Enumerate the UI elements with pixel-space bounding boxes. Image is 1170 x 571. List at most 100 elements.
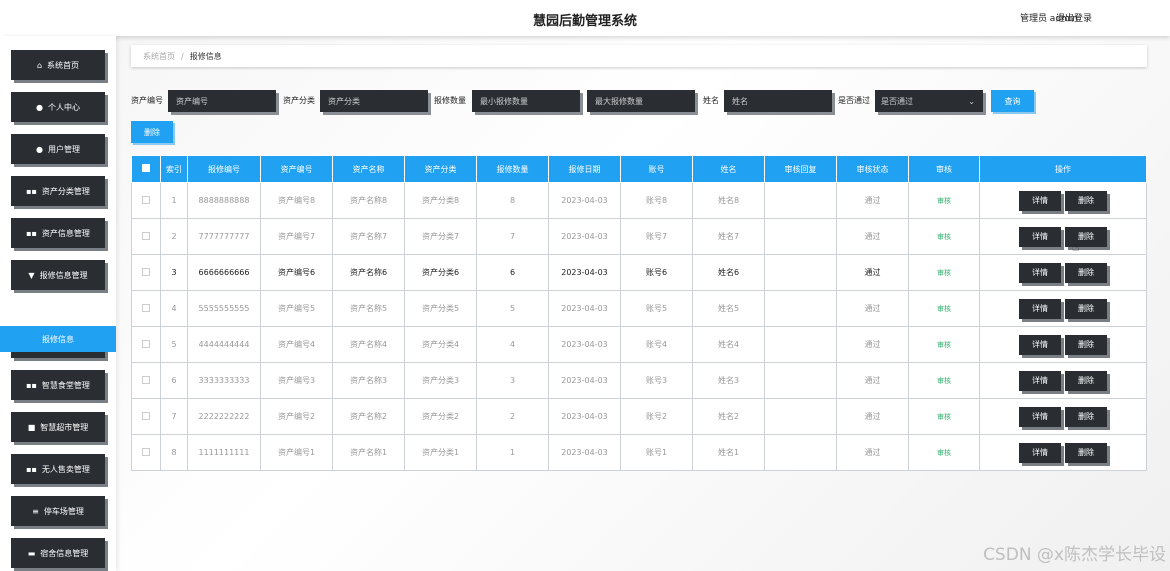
delete-button[interactable]: 删除 xyxy=(1065,262,1107,283)
cell-asset_cat: 资产分类4 xyxy=(404,326,477,363)
detail-button[interactable]: 详情 xyxy=(1019,190,1061,211)
detail-button[interactable]: 详情 xyxy=(1019,334,1061,355)
sidebar-item-4[interactable]: ▪▪ 资产信息管理 xyxy=(11,218,105,248)
cell-asset_cat: 资产分类5 xyxy=(404,290,477,327)
submenu-item-repair-info[interactable]: 报修信息 xyxy=(0,326,116,352)
query-button[interactable]: 查询 xyxy=(991,90,1034,112)
audit-link[interactable]: 审核 xyxy=(937,377,951,385)
delete-button[interactable]: 删除 xyxy=(1065,442,1107,463)
row-checkbox[interactable] xyxy=(131,290,161,327)
audit-link[interactable]: 审核 xyxy=(937,341,951,349)
cell-no: 4444444444 xyxy=(187,326,261,363)
column-header: 姓名 xyxy=(692,155,765,183)
detail-button[interactable]: 详情 xyxy=(1019,370,1061,391)
card-icon: ▬ xyxy=(27,548,36,558)
row-checkbox[interactable] xyxy=(131,218,161,255)
cell-asset_name: 资产名称4 xyxy=(332,326,405,363)
cell-no: 3333333333 xyxy=(187,362,261,399)
logout-link[interactable]: 退出登录 xyxy=(1056,11,1092,24)
cell-account: 账号2 xyxy=(620,398,693,435)
audit-link[interactable]: 审核 xyxy=(937,233,951,241)
breadcrumb-home[interactable]: 系统首页 xyxy=(143,51,175,62)
cell-actions: 详情 删除 xyxy=(979,290,1147,327)
row-checkbox[interactable] xyxy=(131,434,161,471)
column-header: 账号 xyxy=(620,155,693,183)
sidebar: ⌂系统首页●个人中心●用户管理▪▪资产分类管理▪▪资产信息管理▼报修信息管理■采… xyxy=(0,36,116,571)
audit-link[interactable]: 审核 xyxy=(937,305,951,313)
column-header: 索引 xyxy=(160,155,188,183)
delete-button[interactable]: 删除 xyxy=(1065,334,1107,355)
row-checkbox[interactable] xyxy=(131,254,161,291)
cell-audit: 审核 xyxy=(908,182,980,219)
table-row: 8 1111111111 资产编号1 资产名称1 资产分类1 1 2023-04-03 账号1… xyxy=(131,434,1147,471)
detail-button[interactable]: 详情 xyxy=(1019,226,1061,247)
sidebar-item-11[interactable]: ▬ 宿舍信息管理 xyxy=(11,538,105,568)
table-header-row: 索引 报修编号 资产编号 资产名称 资产分类 报修数量 报修日期 账号 姓名 审核回复 审核状态 审核… xyxy=(131,155,1147,183)
column-header: 报修日期 xyxy=(548,155,621,183)
row-checkbox[interactable] xyxy=(131,182,161,219)
cell-asset_no: 资产编号2 xyxy=(260,398,333,435)
cell-account: 账号4 xyxy=(620,326,693,363)
audit-link[interactable]: 审核 xyxy=(937,269,951,277)
qty-max-input[interactable]: 最大报修数量 xyxy=(587,90,695,112)
detail-button[interactable]: 详情 xyxy=(1019,298,1061,319)
delete-batch-button[interactable]: 删除 xyxy=(131,121,173,143)
sidebar-item-0[interactable]: ⌂ 系统首页 xyxy=(11,50,105,80)
detail-button[interactable]: 详情 xyxy=(1019,406,1061,427)
cell-reply xyxy=(764,182,837,219)
cell-account: 账号6 xyxy=(620,254,693,291)
sidebar-item-8[interactable]: ■ 智慧超市管理 xyxy=(11,412,105,442)
user-manage-icon: ● xyxy=(36,144,43,154)
row-checkbox[interactable] xyxy=(131,398,161,435)
audit-link[interactable]: 审核 xyxy=(937,197,951,205)
delete-button[interactable]: 删除 xyxy=(1065,298,1107,319)
sidebar-item-2[interactable]: ● 用户管理 xyxy=(11,134,105,164)
cell-asset_name: 资产名称5 xyxy=(332,290,405,327)
delete-button[interactable]: 删除 xyxy=(1065,190,1107,211)
cell-qty: 6 xyxy=(476,254,549,291)
row-checkbox[interactable] xyxy=(131,362,161,399)
delete-button[interactable]: 删除 xyxy=(1065,406,1107,427)
name-input[interactable]: 姓名 xyxy=(724,90,832,112)
cell-name: 姓名7 xyxy=(692,218,765,255)
table-row: 3 6666666666 资产编号6 资产名称6 资产分类6 6 2023-04-03 账号6… xyxy=(131,254,1147,291)
column-header: 操作 xyxy=(979,155,1147,183)
pass-select[interactable]: 是否通过 ⌄ xyxy=(875,90,983,112)
cell-actions: 详情 删除 xyxy=(979,326,1147,363)
select-all-checkbox[interactable] xyxy=(131,155,161,183)
sidebar-item-9[interactable]: ▪▪ 无人售卖管理 xyxy=(11,454,105,484)
qty-min-input[interactable]: 最小报修数量 xyxy=(472,90,580,112)
cell-status: 通过 xyxy=(836,326,909,363)
column-header: 报修数量 xyxy=(476,155,549,183)
cell-reply xyxy=(764,398,837,435)
grid-icon: ▪▪ xyxy=(26,186,37,196)
cell-asset_cat: 资产分类7 xyxy=(404,218,477,255)
sidebar-item-3[interactable]: ▪▪ 资产分类管理 xyxy=(11,176,105,206)
sidebar-item-label: 资产信息管理 xyxy=(41,228,90,238)
app-title: 慧园后勤管理系统 xyxy=(532,14,637,29)
sidebar-item-10[interactable]: ≡ 停车场管理 xyxy=(11,496,105,526)
audit-link[interactable]: 审核 xyxy=(937,413,951,421)
asset-cat-input[interactable]: 资产分类 xyxy=(320,90,428,112)
sidebar-item-label: 用户管理 xyxy=(47,144,80,154)
detail-button[interactable]: 详情 xyxy=(1019,262,1061,283)
delete-button[interactable]: 删除 xyxy=(1065,370,1107,391)
cell-reply xyxy=(764,254,837,291)
cell-audit: 审核 xyxy=(908,398,980,435)
sidebar-item-7[interactable]: ▪▪ 智慧食堂管理 xyxy=(11,370,105,400)
detail-button[interactable]: 详情 xyxy=(1019,442,1061,463)
sidebar-item-5[interactable]: ▼ 报修信息管理 xyxy=(11,260,105,290)
sidebar-item-1[interactable]: ● 个人中心 xyxy=(11,92,105,122)
cell-actions: 详情 删除 xyxy=(979,182,1147,219)
cell-idx: 3 xyxy=(160,254,188,291)
column-header: 审核 xyxy=(908,155,980,183)
row-checkbox[interactable] xyxy=(131,326,161,363)
cell-asset_name: 资产名称8 xyxy=(332,182,405,219)
sidebar-item-label: 系统首页 xyxy=(47,60,80,70)
cell-account: 账号5 xyxy=(620,290,693,327)
asset-no-input[interactable]: 资产编号 xyxy=(168,90,276,112)
cell-date: 2023-04-03 xyxy=(548,326,621,363)
cell-account: 账号7 xyxy=(620,218,693,255)
audit-link[interactable]: 审核 xyxy=(937,449,951,457)
cell-asset_name: 资产名称2 xyxy=(332,398,405,435)
